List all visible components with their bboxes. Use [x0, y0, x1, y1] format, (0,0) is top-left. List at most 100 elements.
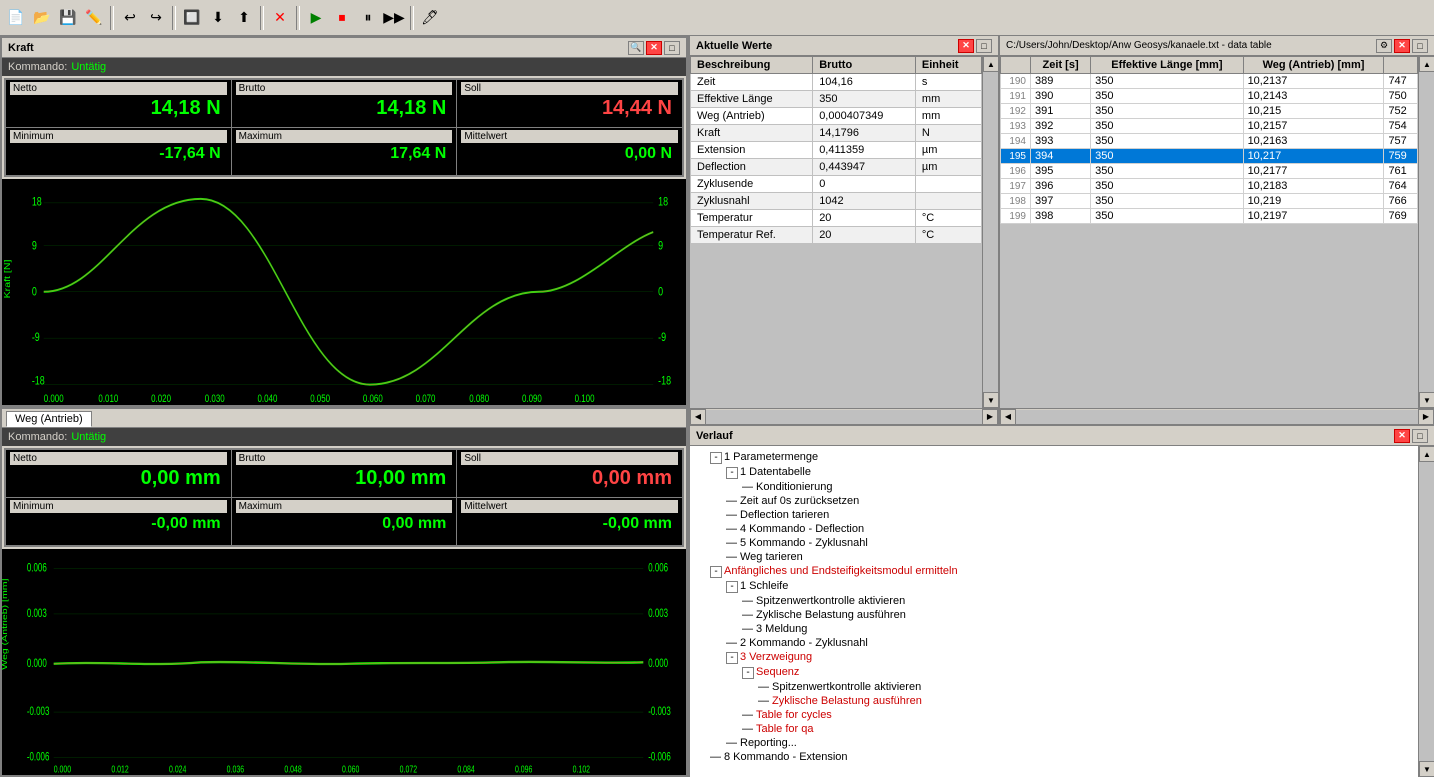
table-row[interactable]: 194 393 350 10,2163 757	[1001, 134, 1418, 149]
kraft-brutto-cell: Brutto 14,18 N	[232, 80, 457, 127]
tree-item[interactable]: —3 Meldung	[694, 622, 1414, 636]
table-row[interactable]: 196 395 350 10,2177 761	[1001, 164, 1418, 179]
verlauf-close-btn[interactable]: ✕	[1394, 429, 1410, 443]
tree-expand-btn[interactable]: -	[726, 467, 738, 479]
data-table-scrollbar[interactable]: ▲ ▼	[1418, 56, 1434, 408]
aktuelle-row[interactable]: Temperatur 20 °C	[691, 210, 982, 227]
table-row[interactable]: 191 390 350 10,2143 750	[1001, 89, 1418, 104]
scroll-up-btn[interactable]: ▲	[983, 56, 998, 72]
play-icon[interactable]: ▶	[304, 6, 328, 30]
tree-item[interactable]: —Table for qa	[694, 722, 1414, 736]
tree-item[interactable]: —Zyklische Belastung ausführen	[694, 608, 1414, 622]
down-icon[interactable]: ⬇	[206, 6, 230, 30]
frame-icon[interactable]: 🔲	[180, 6, 204, 30]
data-table-max-btn[interactable]: □	[1412, 39, 1428, 53]
verlauf-scroll-up[interactable]: ▲	[1419, 446, 1434, 462]
table-row[interactable]: 193 392 350 10,2157 754	[1001, 119, 1418, 134]
data-table-settings-btn[interactable]: ⚙	[1376, 39, 1392, 53]
verlauf-scrollbar[interactable]: ▲ ▼	[1418, 446, 1434, 777]
tree-item[interactable]: —Table for cycles	[694, 708, 1414, 722]
aktuelle-row[interactable]: Temperatur Ref. 20 °C	[691, 227, 982, 244]
tree-expand-btn[interactable]: -	[726, 652, 738, 664]
tree-item[interactable]: —5 Kommando - Zyklusnahl	[694, 536, 1414, 550]
tree-dash: —	[726, 509, 738, 521]
svg-text:0.006: 0.006	[27, 562, 47, 575]
aktuelle-close-btn[interactable]: ✕	[958, 39, 974, 53]
up-icon[interactable]: ⬆	[232, 6, 256, 30]
scroll-right-btn[interactable]: ▶	[982, 409, 998, 425]
stop-icon[interactable]: ⏹	[330, 6, 354, 30]
table-row[interactable]: 197 396 350 10,2183 764	[1001, 179, 1418, 194]
svg-text:0.030: 0.030	[205, 393, 225, 404]
kraft-max-btn[interactable]: □	[664, 41, 680, 55]
dt-scroll-left-btn[interactable]: ◀	[1000, 409, 1016, 425]
kraft-close-btn[interactable]: ✕	[646, 41, 662, 55]
col-beschreibung: Beschreibung	[691, 57, 813, 74]
row-einheit	[915, 193, 981, 210]
tree-label: 1 Parametermenge	[724, 451, 818, 463]
tree-expand-btn[interactable]: -	[710, 452, 722, 464]
tree-item[interactable]: -1 Parametermenge	[694, 450, 1414, 465]
num-table: Zeit [s] Effektive Länge [mm] Weg (Antri…	[1000, 56, 1418, 224]
data-table-close-btn[interactable]: ✕	[1394, 39, 1410, 53]
tree-item[interactable]: —Zyklische Belastung ausführen	[694, 694, 1414, 708]
redo-icon[interactable]: ↪	[144, 6, 168, 30]
aktuelle-row[interactable]: Zyklusende 0	[691, 176, 982, 193]
aktuelle-max-btn[interactable]: □	[976, 39, 992, 53]
tree-item[interactable]: -Anfängliches und Endsteifigkeitsmodul e…	[694, 564, 1414, 579]
dt-scroll-down-btn[interactable]: ▼	[1419, 392, 1434, 408]
save-icon[interactable]: 💾	[56, 6, 80, 30]
open-icon[interactable]: 📂	[30, 6, 54, 30]
aktuelle-row[interactable]: Zeit 104,16 s	[691, 74, 982, 91]
tree-item[interactable]: -Sequenz	[694, 665, 1414, 680]
weg-brutto-value: 10,00 mm	[236, 465, 453, 495]
table-row[interactable]: 192 391 350 10,215 752	[1001, 104, 1418, 119]
weg-tab[interactable]: Weg (Antrieb)	[6, 411, 92, 427]
tree-item[interactable]: —4 Kommando - Deflection	[694, 522, 1414, 536]
dt-scroll-right-btn[interactable]: ▶	[1418, 409, 1434, 425]
tree-item[interactable]: —Zeit auf 0s zurücksetzen	[694, 494, 1414, 508]
tree-item[interactable]: —Spitzenwertkontrolle aktivieren	[694, 594, 1414, 608]
tree-item[interactable]: —Deflection tarieren	[694, 508, 1414, 522]
tree-item[interactable]: -3 Verzweigung	[694, 650, 1414, 665]
aktuelle-row[interactable]: Effektive Länge 350 mm	[691, 91, 982, 108]
table-row[interactable]: 198 397 350 10,219 766	[1001, 194, 1418, 209]
aktuelle-row[interactable]: Deflection 0,443947 µm	[691, 159, 982, 176]
pause-icon[interactable]: ⏸	[356, 6, 380, 30]
tree-item[interactable]: —Konditionierung	[694, 480, 1414, 494]
row-weg: 10,2183	[1243, 179, 1384, 194]
tree-item[interactable]: —Weg tarieren	[694, 550, 1414, 564]
undo-icon[interactable]: ↩	[118, 6, 142, 30]
tree-expand-btn[interactable]: -	[742, 667, 754, 679]
edit-icon[interactable]: ✏️	[82, 6, 106, 30]
aktuelle-row[interactable]: Weg (Antrieb) 0,000407349 mm	[691, 108, 982, 125]
table-row[interactable]: 199 398 350 10,2197 769	[1001, 209, 1418, 224]
row-idx: 191	[1001, 89, 1031, 104]
aktuelle-row[interactable]: Zyklusnahl 1042	[691, 193, 982, 210]
kraft-search-btn[interactable]: 🔍	[628, 41, 644, 55]
scroll-down-btn[interactable]: ▼	[983, 392, 998, 408]
verlauf-scroll-down[interactable]: ▼	[1419, 761, 1434, 777]
table-row[interactable]: 190 389 350 10,2137 747	[1001, 74, 1418, 89]
tree-item[interactable]: -1 Datentabelle	[694, 465, 1414, 480]
tree-item[interactable]: —8 Kommando - Extension	[694, 750, 1414, 764]
scroll-left-btn[interactable]: ◀	[690, 409, 706, 425]
aktuelle-scrollbar[interactable]: ▲ ▼	[982, 56, 998, 408]
weg-max-value: 0,00 mm	[236, 513, 453, 543]
kraft-netto-cell: Netto 14,18 N	[6, 80, 231, 127]
aktuelle-row[interactable]: Kraft 14,1796 N	[691, 125, 982, 142]
tree-expand-btn[interactable]: -	[726, 581, 738, 593]
dt-scroll-up-btn[interactable]: ▲	[1419, 56, 1434, 72]
tree-item[interactable]: —Spitzenwertkontrolle aktivieren	[694, 680, 1414, 694]
table-row[interactable]: 195 394 350 10,217 759	[1001, 149, 1418, 164]
verlauf-max-btn[interactable]: □	[1412, 429, 1428, 443]
tree-item[interactable]: —Reporting...	[694, 736, 1414, 750]
fastforward-icon[interactable]: ▶▶	[382, 6, 406, 30]
close-icon[interactable]: ✕	[268, 6, 292, 30]
pen-icon[interactable]: 🖊	[418, 6, 442, 30]
tree-item[interactable]: —2 Kommando - Zyklusnahl	[694, 636, 1414, 650]
aktuelle-row[interactable]: Extension 0,411359 µm	[691, 142, 982, 159]
tree-expand-btn[interactable]: -	[710, 566, 722, 578]
new-icon[interactable]: 📄	[4, 6, 28, 30]
tree-item[interactable]: -1 Schleife	[694, 579, 1414, 594]
